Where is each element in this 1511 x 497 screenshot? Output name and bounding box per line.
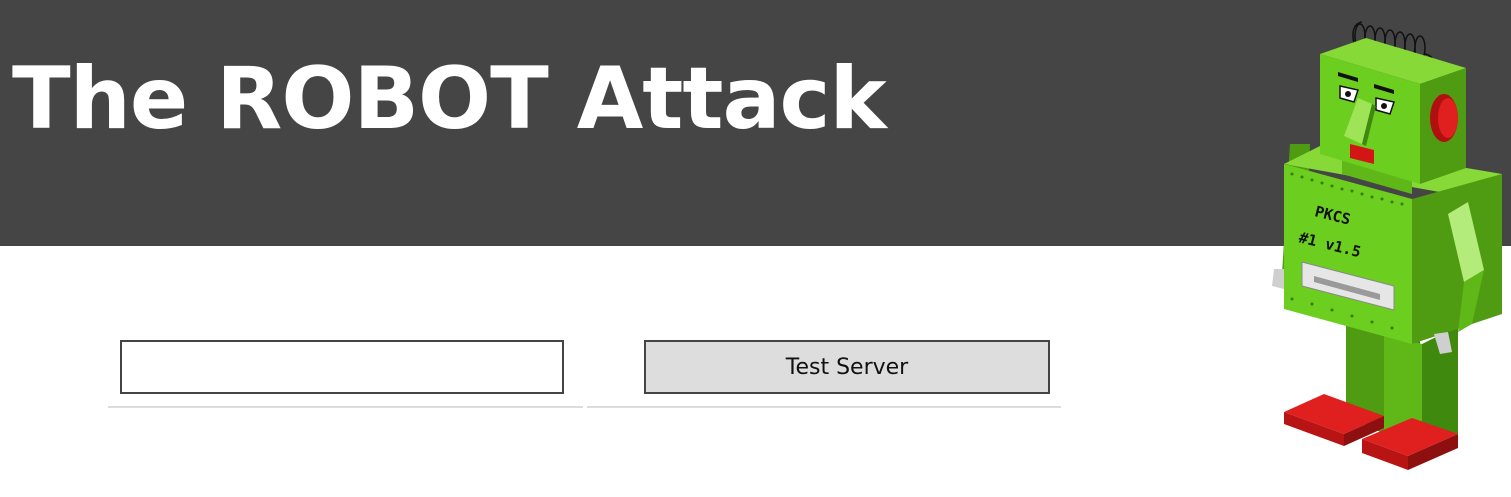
test-button-cell: Test Server bbox=[587, 328, 1061, 408]
page-title: The ROBOT Attack bbox=[12, 49, 887, 149]
robot-mascot-illustration: PKCS #1 v1.5 bbox=[1272, 21, 1502, 470]
test-server-button[interactable]: Test Server bbox=[644, 340, 1050, 394]
robot-ear-icon bbox=[1430, 94, 1458, 142]
host-input[interactable] bbox=[120, 340, 564, 394]
host-input-cell bbox=[108, 328, 583, 408]
